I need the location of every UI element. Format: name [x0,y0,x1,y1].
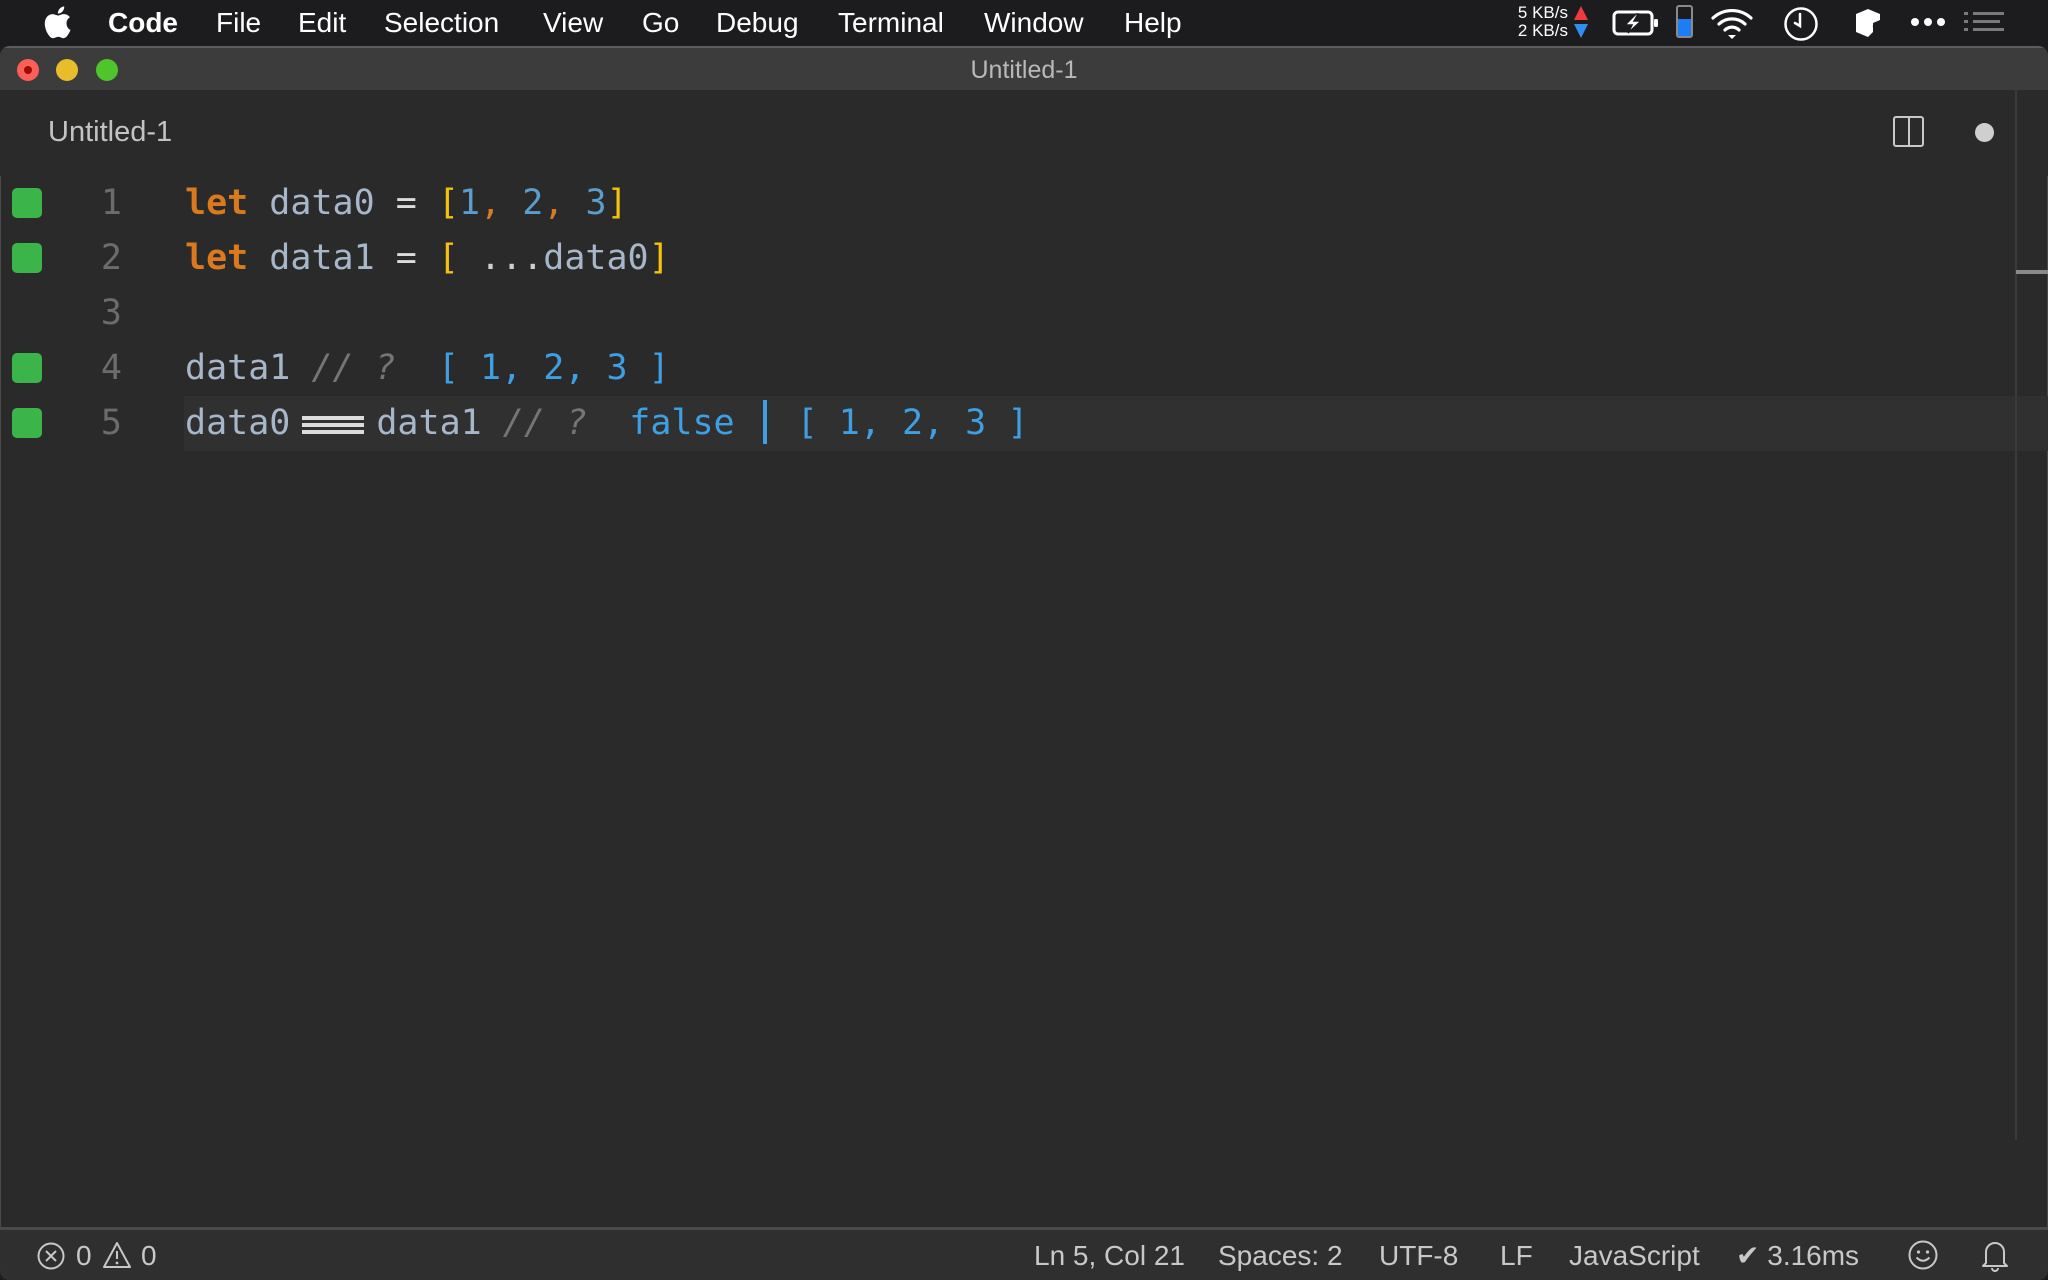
number: 3 [585,183,607,223]
warning-icon[interactable] [102,1240,132,1270]
menu-view[interactable]: View [543,6,603,40]
error-icon[interactable] [36,1241,66,1271]
menu-window[interactable]: Window [984,6,1084,40]
code-text: data0 data1 // ? false [ 1, 2, 3 ] [185,396,1028,451]
tab-untitled-1[interactable]: Untitled-1 [48,114,172,150]
bracket: ] [648,238,670,278]
identifier: data0 [543,238,649,278]
line-number: 2 [100,238,122,278]
menu-debug[interactable]: Debug [716,6,799,40]
code-line-current[interactable]: 5 data0 data1 // ? false [ 1, 2, 3 ] [0,396,2048,451]
code-editor[interactable]: 1 let data0 = [1, 2, 3] 2 let data1 = [ … [0,176,2048,1226]
identifier: data1 [185,348,291,388]
coverage-marker-icon [12,353,42,383]
editor-tab-bar [0,90,2048,176]
more-dots-icon[interactable] [1910,14,1946,30]
code-text: let data1 = [ ...data0] [185,231,670,286]
keyword: let [185,183,249,223]
number: 1 [458,183,481,223]
code-line[interactable]: 2 let data1 = [ ...data0] [0,231,2048,286]
title-bar[interactable]: Untitled-1 [0,46,2048,90]
code-line[interactable]: 3 [0,286,2048,341]
split-editor-icon[interactable] [1893,116,1924,147]
menu-app-code[interactable]: Code [108,6,178,40]
inline-result: false [629,403,735,443]
encoding[interactable]: UTF-8 [1379,1239,1458,1273]
spread-operator: ... [480,238,544,278]
inline-result: [ 1, 2, 3 ] [437,348,670,388]
window-title: Untitled-1 [970,56,1078,84]
comma: , [480,183,502,223]
notifications-bell-icon[interactable] [1981,1238,2009,1272]
operator: = [395,238,417,278]
menu-file[interactable]: File [216,6,261,40]
unsaved-changes-dot-icon[interactable] [1975,123,1994,142]
line-number: 4 [100,348,122,388]
code-text: let data0 = [1, 2, 3] [185,176,628,231]
language-mode[interactable]: JavaScript [1569,1239,1700,1273]
line-number: 3 [100,293,122,333]
code-line[interactable]: 1 let data0 = [1, 2, 3] [0,176,2048,231]
operator: = [395,183,417,223]
status-bar: 0 0 Ln 5, Col 21 Spaces: 2 UTF-8 LF Java… [0,1227,2048,1280]
download-arrow-icon [1574,24,1588,38]
line-number: 1 [100,183,122,223]
clock-icon[interactable] [1783,6,1819,42]
coverage-marker-icon [12,243,42,273]
indentation[interactable]: Spaces: 2 [1218,1239,1343,1273]
coverage-marker-icon [12,188,42,218]
macos-menu-bar: Code File Edit Selection View Go Debug T… [0,0,2048,45]
menu-edit[interactable]: Edit [298,6,346,40]
keyword: let [185,238,249,278]
bracket: [ [437,238,459,278]
level-gauge-icon[interactable] [1676,5,1693,38]
code-line[interactable]: 4 data1 // ? [ 1, 2, 3 ] [0,341,2048,396]
bracket: [ [437,183,459,223]
level-gauge-fill [1678,18,1691,36]
comment: // ? [502,403,588,443]
identifier: data0 [269,183,375,223]
vscode-window: Untitled-1 Untitled-1 1 let data0 = [1, … [0,46,2048,1280]
identifier: data0 [185,403,291,443]
strict-equality-ligature [302,396,365,451]
apple-logo-icon[interactable] [42,5,72,39]
number: 2 [522,183,544,223]
notification-list-icon[interactable] [1964,10,2004,34]
overview-ruler-cursor-mark [2016,270,2048,274]
result-separator [762,400,767,444]
inline-result: [ 1, 2, 3 ] [796,403,1029,443]
menu-terminal[interactable]: Terminal [838,6,944,40]
warning-count[interactable]: 0 [141,1239,157,1273]
overview-ruler[interactable] [2015,90,2017,1140]
menu-go[interactable]: Go [642,6,679,40]
identifier: data1 [376,403,482,443]
box-app-icon[interactable] [1853,7,1887,39]
identifier: data1 [269,238,375,278]
code-text: data1 // ? [ 1, 2, 3 ] [185,341,670,396]
bracket: ] [606,183,628,223]
battery-charging-icon[interactable] [1612,9,1660,37]
network-speed-widget[interactable]: 5 KB/s 2 KB/s [1508,4,1568,40]
coverage-marker-icon [12,408,42,438]
wifi-icon[interactable] [1710,6,1754,40]
comment: // ? [311,348,396,388]
error-count[interactable]: 0 [76,1239,92,1273]
upload-speed: 5 KB/s [1517,3,1568,22]
line-number: 5 [100,403,122,443]
feedback-smiley-icon[interactable] [1907,1239,1939,1271]
menu-help[interactable]: Help [1124,6,1182,40]
menu-selection[interactable]: Selection [384,6,499,40]
cursor-position[interactable]: Ln 5, Col 21 [1034,1239,1185,1273]
quokka-timing[interactable]: ✔ 3.16ms [1736,1239,1859,1273]
end-of-line[interactable]: LF [1500,1239,1533,1273]
comma: , [543,183,565,223]
download-speed: 2 KB/s [1517,21,1568,40]
upload-arrow-icon [1574,6,1588,20]
